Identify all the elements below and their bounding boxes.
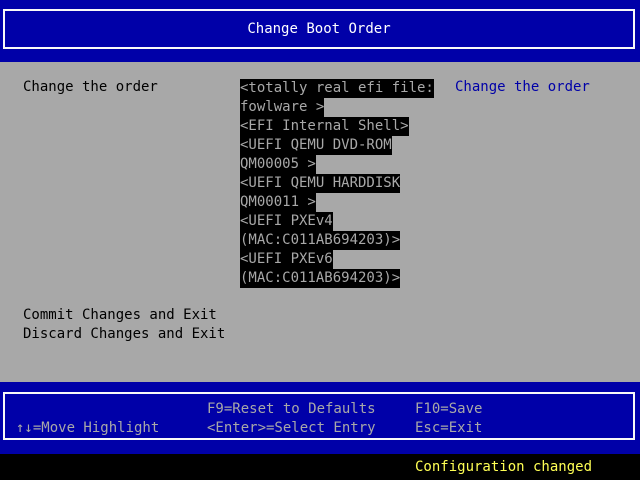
exit-hint: Esc=Exit bbox=[415, 420, 483, 436]
boot-entry-harddisk-line2[interactable]: QM00011 > bbox=[240, 193, 316, 212]
boot-entry-dvd-rom-line2[interactable]: QM00005 > bbox=[240, 155, 316, 174]
boot-entry-pxev6-line2[interactable]: (MAC:C011AB694203)> bbox=[240, 269, 401, 288]
save-hint: F10=Save bbox=[415, 401, 483, 417]
commit-changes-exit[interactable]: Commit Changes and Exit bbox=[23, 306, 217, 325]
boot-entry-efi-file-line1[interactable]: <totally real efi file: bbox=[240, 79, 434, 98]
help-text: Change the order bbox=[455, 79, 590, 95]
boot-entry-pxev6-line1[interactable]: <UEFI PXEv6 bbox=[240, 250, 333, 269]
title-frame: Change Boot Order bbox=[3, 9, 635, 49]
page-title: Change Boot Order bbox=[247, 21, 391, 37]
boot-order-label: Change the order bbox=[23, 79, 158, 95]
reset-defaults-hint: F9=Reset to Defaults bbox=[207, 401, 376, 417]
boot-entry-harddisk-line1[interactable]: <UEFI QEMU HARDDISK bbox=[240, 174, 401, 193]
main-panel: Change the order <totally real efi file:… bbox=[0, 62, 640, 382]
key-help-bar: F9=Reset to Defaults F10=Save ↑↓=Move Hi… bbox=[0, 382, 640, 454]
title-bar: Change Boot Order bbox=[0, 0, 640, 62]
status-bar: Configuration changed bbox=[0, 454, 640, 480]
boot-entry-efi-file-line2[interactable]: fowlware > bbox=[240, 98, 325, 117]
boot-entry-pxev4-line2[interactable]: (MAC:C011AB694203)> bbox=[240, 231, 401, 250]
move-highlight-hint: ↑↓=Move Highlight bbox=[16, 420, 160, 436]
boot-entry-efi-shell[interactable]: <EFI Internal Shell> bbox=[240, 117, 409, 136]
discard-changes-exit[interactable]: Discard Changes and Exit bbox=[23, 325, 225, 344]
boot-entry-dvd-rom-line1[interactable]: <UEFI QEMU DVD-ROM bbox=[240, 136, 392, 155]
select-entry-hint: <Enter>=Select Entry bbox=[207, 420, 376, 436]
status-message: Configuration changed bbox=[415, 459, 593, 475]
boot-entry-pxev4-line1[interactable]: <UEFI PXEv4 bbox=[240, 212, 333, 231]
